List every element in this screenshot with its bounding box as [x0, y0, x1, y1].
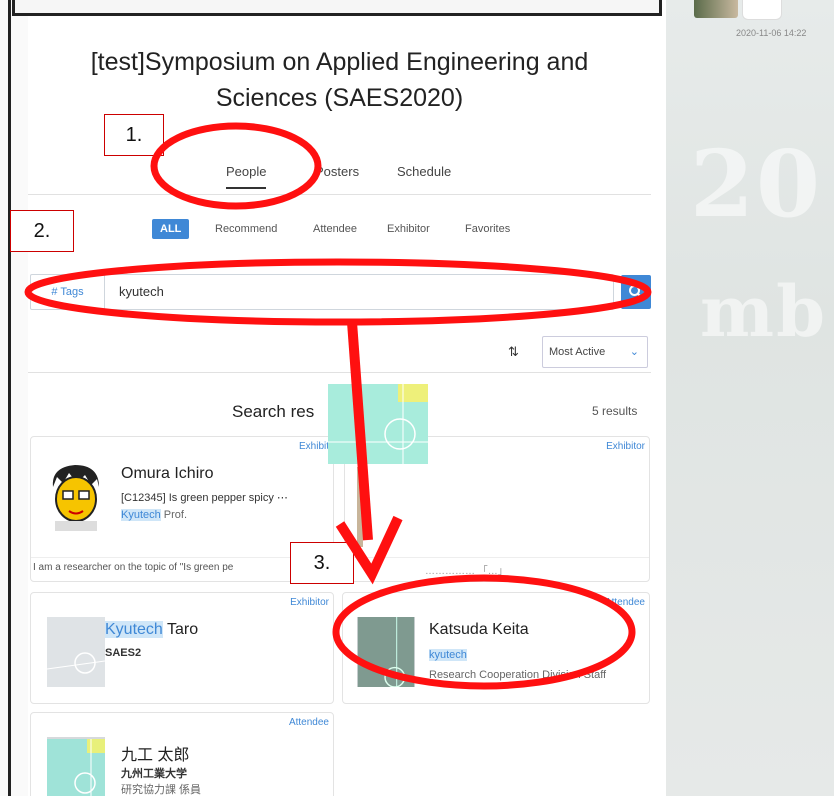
person-affiliation: 九州工業大学 — [121, 768, 187, 780]
highlight-match: Kyutech — [121, 509, 161, 521]
role-badge: Exhibitor — [606, 441, 645, 452]
background-card — [742, 0, 782, 20]
avatar — [47, 461, 105, 531]
chevron-down-icon: ⌄ — [629, 346, 639, 358]
role-badge: Exhibitor — [290, 597, 329, 608]
annotation-label-1: 1. — [104, 114, 164, 156]
divider — [28, 194, 651, 195]
page-title-line2: Sciences (SAES2020) — [215, 84, 464, 112]
person-affiliation: Kyutech Prof. — [121, 509, 187, 521]
person-name: Omura Ichiro — [121, 465, 214, 482]
search-icon — [629, 285, 643, 299]
filter-favorites[interactable]: Favorites — [465, 219, 510, 239]
divider — [28, 372, 651, 373]
sort-select[interactable]: Most Active ⌄ — [542, 336, 648, 368]
search-button[interactable] — [621, 275, 651, 309]
person-description: I am a researcher on the topic of "Is gr… — [31, 557, 333, 577]
avatar — [47, 737, 105, 796]
filter-recommend[interactable]: Recommend — [215, 219, 277, 239]
filter-bar: ALL Recommend Attendee Exhibitor Favorit… — [28, 219, 651, 241]
search-input[interactable]: kyutech — [119, 275, 164, 309]
avatar — [47, 617, 105, 687]
page-title-line1: [test]Symposium on Applied Engineering a… — [90, 48, 589, 76]
person-name: Katsuda Keita — [429, 621, 529, 638]
role-badge: Attendee — [288, 717, 329, 728]
sort-select-label: Most Active — [549, 346, 606, 358]
person-card[interactable]: Exhibit Omura Ichiro [C12345] Is green p… — [30, 436, 334, 582]
tags-toggle-button[interactable]: # Tags — [31, 275, 105, 309]
person-title: Prof. — [160, 509, 188, 521]
tab-bar: People Posters Schedule — [28, 164, 651, 194]
avatar — [357, 467, 363, 547]
background-decor-text: mb — [700, 270, 828, 353]
avatar — [357, 617, 415, 687]
person-card[interactable]: Attendee Katsuda Keita kyutech Research … — [342, 592, 650, 704]
role-badge: Exhibit — [298, 441, 329, 452]
frame-border — [8, 0, 11, 796]
highlight-match: kyutech — [429, 649, 467, 661]
person-department: 研究協力課 係員 — [121, 784, 202, 796]
person-affiliation: kyutech — [429, 649, 467, 661]
person-name: 九工 太郎 — [121, 747, 190, 764]
person-description: …………… 「…」 — [345, 557, 649, 581]
person-affiliation: SAES2 — [105, 647, 142, 659]
person-poster-title: [C12345] Is green pepper spicy ⋯ — [121, 492, 288, 504]
search-box: # Tags kyutech — [30, 274, 614, 310]
filter-attendee[interactable]: Attendee — [313, 219, 357, 239]
poster-thumbnail[interactable] — [328, 384, 428, 464]
left-margin — [0, 0, 28, 796]
filter-all[interactable]: ALL — [152, 219, 190, 239]
annotation-label-3: 3. — [290, 542, 354, 584]
role-badge: Attendee — [604, 597, 645, 608]
top-bar — [12, 0, 662, 16]
person-card[interactable]: Exhibitor Kyutech Taro SAES2 — [30, 592, 334, 704]
tab-schedule[interactable]: Schedule — [397, 164, 451, 179]
person-name-rest: Taro — [162, 621, 199, 638]
person-department: Research Cooperation Division Staff — [429, 669, 607, 681]
background-area — [666, 0, 834, 796]
background-decor-text: 20 — [690, 130, 823, 238]
page-title: [test]Symposium on Applied Engineering a… — [28, 44, 651, 116]
person-card[interactable]: Attendee 九工 太郎 九州工業大学 研究協力課 係員 — [30, 712, 334, 796]
highlight-match: Kyutech — [105, 621, 163, 638]
results-count: 5 results — [592, 404, 638, 418]
annotation-label-2: 2. — [10, 210, 74, 252]
tab-people[interactable]: People — [226, 164, 267, 189]
background-date: 2020-11-06 14:22 — [736, 28, 807, 38]
person-name: Kyutech Taro — [105, 621, 198, 639]
filter-exhibitor[interactable]: Exhibitor — [387, 219, 430, 239]
results-heading: Search res — [232, 402, 315, 421]
tab-posters[interactable]: Posters — [315, 164, 359, 179]
background-avatar — [694, 0, 738, 18]
sort-order-icon[interactable]: ⇅ — [508, 344, 519, 360]
